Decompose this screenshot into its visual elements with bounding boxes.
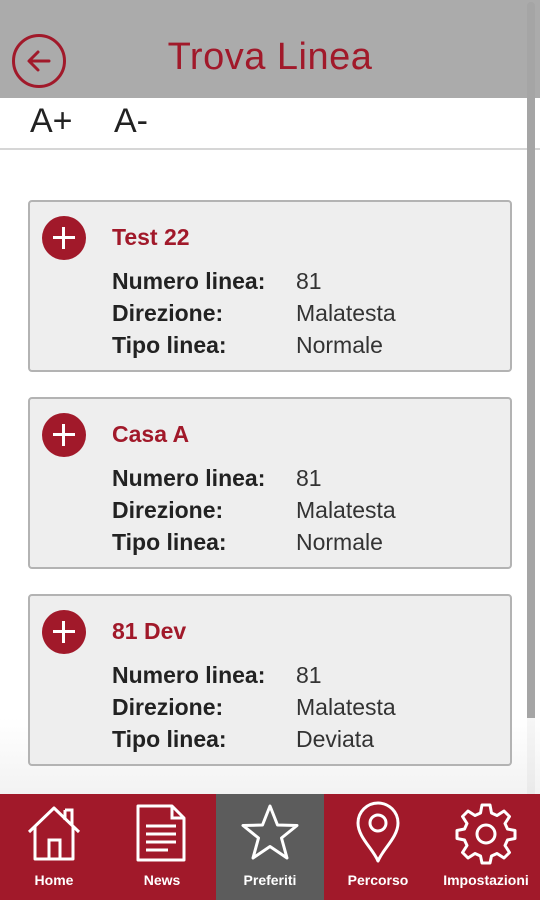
row-label: Numero linea: xyxy=(112,465,266,491)
nav-percorso[interactable]: Percorso xyxy=(324,794,432,900)
row-value: Malatesta xyxy=(296,300,396,326)
page-title: Trova Linea xyxy=(167,36,373,78)
row-value: Normale xyxy=(296,529,383,555)
news-icon xyxy=(136,804,186,862)
gear-icon xyxy=(455,803,517,865)
add-circle-icon[interactable] xyxy=(42,216,86,260)
app-header: Trova Linea xyxy=(0,0,540,98)
add-circle-icon[interactable] xyxy=(42,413,86,457)
location-pin-icon xyxy=(356,801,400,863)
row-value: 81 xyxy=(296,465,322,491)
row-label: Tipo linea: xyxy=(112,332,227,358)
bottom-nav: Home News Preferiti Percorso Impostazion… xyxy=(0,794,540,900)
nav-label: Impostazioni xyxy=(443,872,529,888)
list-item[interactable]: Test 22 Numero linea: 81 Direzione: Malate… xyxy=(28,200,512,372)
nav-label: Home xyxy=(34,872,74,888)
row-label: Numero linea: xyxy=(112,662,266,688)
home-icon xyxy=(27,806,81,861)
row-label: Direzione: xyxy=(112,497,224,523)
font-decrease-button[interactable]: A- xyxy=(114,102,148,141)
font-increase-button[interactable]: A+ xyxy=(30,102,73,141)
row-tipo-linea: Tipo linea: Normale xyxy=(112,332,383,359)
nav-home[interactable]: Home xyxy=(0,794,108,900)
add-circle-icon[interactable] xyxy=(42,610,86,654)
row-label: Direzione: xyxy=(112,694,224,720)
card-title: Test 22 xyxy=(112,224,190,250)
font-size-bar xyxy=(0,98,540,150)
row-tipo-linea: Tipo linea: Deviata xyxy=(112,726,374,753)
card-title: Casa A xyxy=(112,421,190,447)
favorites-list: Test 22 Numero linea: 81 Direzione: Malate… xyxy=(28,200,512,791)
nav-label: Preferiti xyxy=(243,872,297,888)
row-value: Normale xyxy=(296,332,383,358)
nav-news[interactable]: News xyxy=(108,794,216,900)
row-direzione: Direzione: Malatesta xyxy=(112,497,396,524)
nav-label: News xyxy=(143,872,181,888)
nav-impostazioni[interactable]: Impostazioni xyxy=(432,794,540,900)
row-label: Tipo linea: xyxy=(112,529,227,555)
row-value: Malatesta xyxy=(296,694,396,720)
row-value: Malatesta xyxy=(296,497,396,523)
row-direzione: Direzione: Malatesta xyxy=(112,300,396,327)
row-label: Tipo linea: xyxy=(112,726,227,752)
row-label: Direzione: xyxy=(112,300,224,326)
nav-preferiti[interactable]: Preferiti xyxy=(216,794,324,900)
row-numero-linea: Numero linea: 81 xyxy=(112,268,322,295)
row-value: 81 xyxy=(296,662,322,688)
row-direzione: Direzione: Malatesta xyxy=(112,694,396,721)
nav-label: Percorso xyxy=(347,872,409,888)
row-value: Deviata xyxy=(296,726,374,752)
row-tipo-linea: Tipo linea: Normale xyxy=(112,529,383,556)
row-numero-linea: Numero linea: 81 xyxy=(112,662,322,689)
row-label: Numero linea: xyxy=(112,268,266,294)
card-title: 81 Dev xyxy=(112,618,187,644)
star-icon xyxy=(241,804,299,860)
row-value: 81 xyxy=(296,268,322,294)
row-numero-linea: Numero linea: 81 xyxy=(112,465,322,492)
list-item[interactable]: Casa A Numero linea: 81 Direzione: Malates… xyxy=(28,397,512,569)
list-item[interactable]: 81 Dev Numero linea: 81 Direzione: Malates… xyxy=(28,594,512,766)
